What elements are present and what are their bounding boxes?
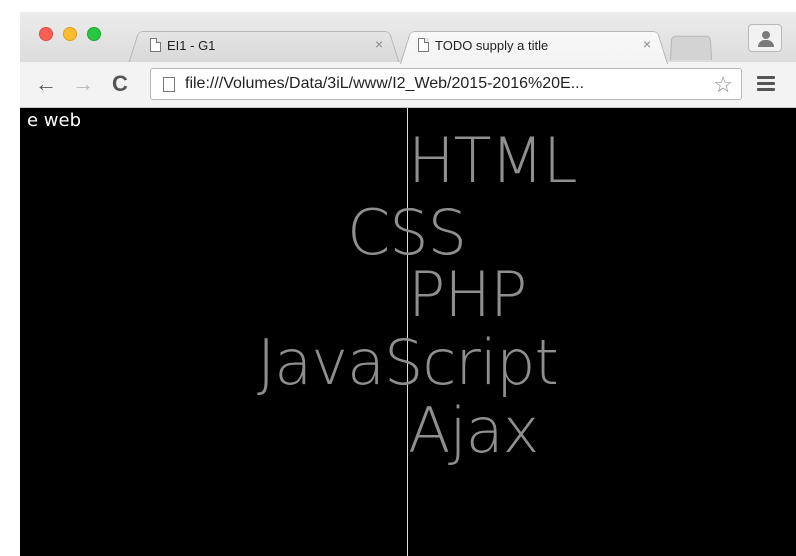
tab-todo-label: TODO supply a title xyxy=(435,37,549,53)
forward-arrow-icon[interactable]: → xyxy=(72,73,94,95)
page-viewport: e web HTML CSS PHP JavaScript Ajax xyxy=(20,108,796,556)
document-icon xyxy=(150,38,161,52)
menu-line xyxy=(757,82,775,85)
url-text[interactable]: file:///Volumes/Data/3iL/www/I2_Web/2015… xyxy=(185,75,584,93)
menu-hamburger-icon[interactable] xyxy=(757,76,775,92)
word-ajax: Ajax xyxy=(408,394,539,467)
title-bar: EI1 - G1 × TODO supply a title × xyxy=(20,12,796,64)
document-icon xyxy=(418,38,429,52)
word-javascript: JavaScript xyxy=(257,326,559,399)
tab-todo-content[interactable]: TODO supply a title xyxy=(418,34,548,56)
bookmark-star-icon[interactable]: ☆ xyxy=(713,72,733,98)
menu-line xyxy=(757,76,775,79)
tab-ei1-content[interactable]: EI1 - G1 xyxy=(150,34,215,56)
menu-line xyxy=(757,88,775,91)
person-icon-body xyxy=(758,40,774,47)
address-bar[interactable]: file:///Volumes/Data/3iL/www/I2_Web/2015… xyxy=(150,68,742,100)
close-tab-icon[interactable]: × xyxy=(643,36,651,52)
word-php: PHP xyxy=(408,258,527,331)
browser-toolbar: ← → C file:///Volumes/Data/3iL/www/I2_We… xyxy=(20,62,796,108)
page-icon xyxy=(163,77,175,92)
new-tab-button[interactable] xyxy=(670,35,712,60)
minimize-window-button[interactable] xyxy=(63,27,77,41)
reload-icon[interactable]: C xyxy=(112,73,128,95)
word-html: HTML xyxy=(408,124,578,197)
person-icon xyxy=(762,31,770,39)
maximize-window-button[interactable] xyxy=(87,27,101,41)
profile-button[interactable] xyxy=(748,24,782,52)
browser-window: EI1 - G1 × TODO supply a title × ← → C f… xyxy=(20,12,796,556)
corner-text: e web xyxy=(27,110,82,131)
close-tab-icon[interactable]: × xyxy=(375,36,383,52)
close-window-button[interactable] xyxy=(39,27,53,41)
back-arrow-icon[interactable]: ← xyxy=(35,73,57,95)
tab-ei1-label: EI1 - G1 xyxy=(167,37,216,53)
